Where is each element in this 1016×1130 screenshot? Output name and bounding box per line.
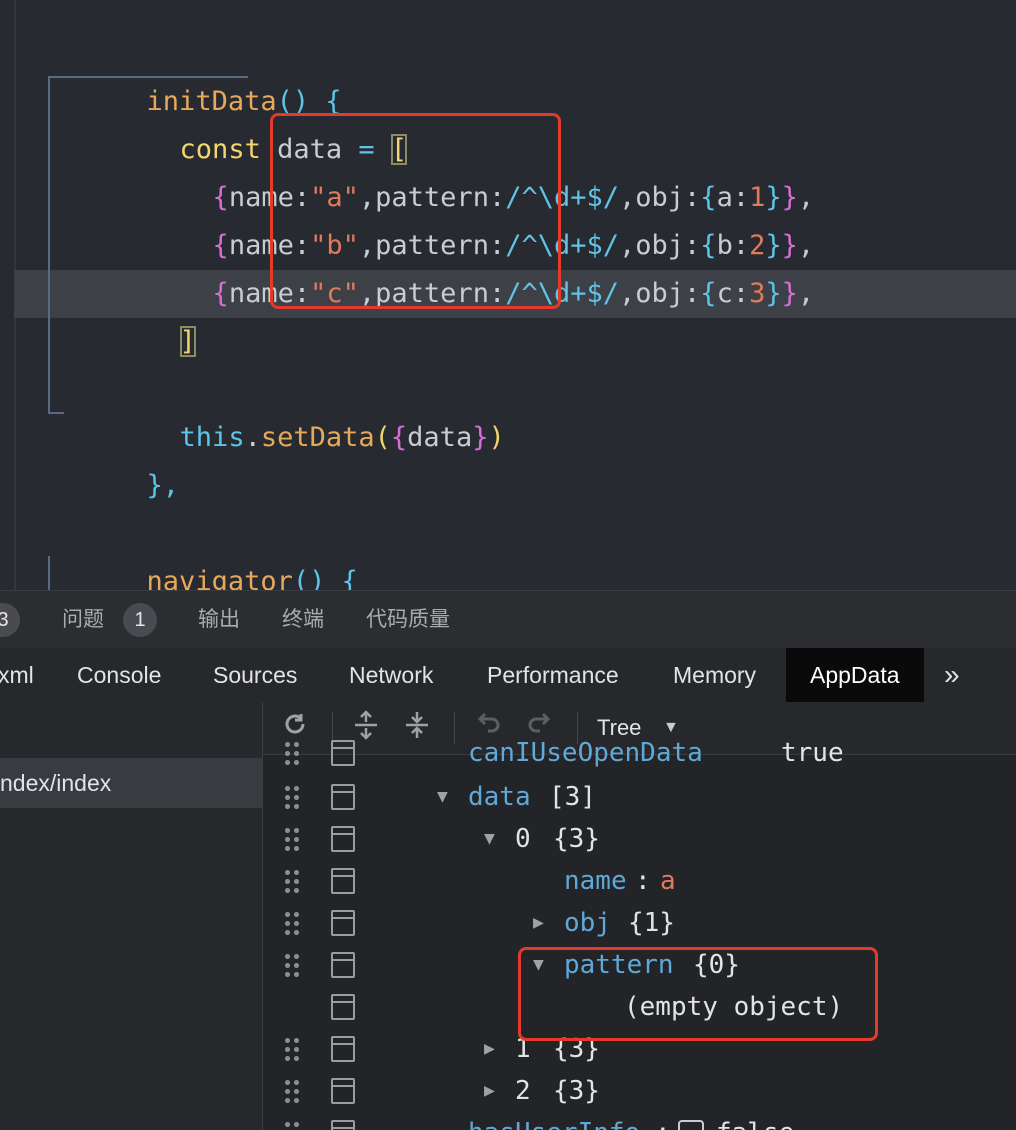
drag-handle-icon[interactable] — [283, 740, 301, 768]
tab-problems[interactable]: 问题 — [62, 591, 104, 649]
tree-row[interactable]: ▼ data [3] — [263, 776, 1016, 818]
code-token: , — [797, 278, 815, 309]
code-token: } — [472, 422, 489, 453]
tree-key: obj — [564, 908, 611, 938]
tree-key: data — [468, 782, 531, 812]
code-token: { — [212, 278, 229, 309]
code-token: data — [407, 422, 473, 453]
code-line-12: wx.navigateTo({ — [82, 558, 423, 590]
code-line-6: ] — [82, 270, 196, 357]
tree-key: hasUserInfo — [468, 1112, 640, 1130]
expand-arrow-icon[interactable]: ▼ — [437, 776, 448, 818]
tab-console[interactable]: Console — [77, 648, 161, 702]
tree-row[interactable]: ▼ 0 {3} — [263, 818, 1016, 860]
edit-row-icon[interactable] — [331, 740, 355, 766]
drag-handle-icon[interactable] — [283, 1078, 301, 1106]
code-highlight-box — [270, 113, 561, 309]
devtools-tabs: xml Console Sources Network Performance … — [0, 648, 1016, 703]
appdata-tree: canIUseOpenData true ▼ data [3] ▼ 0 {3} — [263, 738, 1016, 1130]
edit-row-icon[interactable] — [331, 1078, 355, 1104]
tree-count: {3} — [553, 824, 600, 854]
code-token: ) — [488, 422, 505, 453]
code-token: { — [390, 422, 408, 453]
expand-arrow-icon[interactable]: ▶ — [484, 1028, 495, 1070]
drag-handle-icon[interactable] — [283, 1036, 301, 1064]
code-token: setData — [260, 422, 375, 453]
tree-key: canIUseOpenData — [468, 738, 703, 768]
value-checkbox[interactable] — [678, 1120, 704, 1130]
code-token: , — [619, 278, 636, 309]
expand-arrow-icon[interactable]: ▶ — [484, 1070, 495, 1112]
tree-row[interactable]: ▶ obj {1} — [263, 902, 1016, 944]
tab-appdata[interactable]: AppData — [786, 648, 924, 702]
tab-output[interactable]: 输出 — [198, 591, 240, 649]
code-token: ] — [179, 326, 196, 357]
tree-key: 2 — [515, 1076, 531, 1106]
tree-colon: : — [655, 1112, 671, 1130]
drag-handle-icon[interactable] — [283, 910, 301, 938]
tree-key: name — [564, 866, 627, 896]
drag-handle-icon[interactable] — [283, 1120, 301, 1130]
tab-terminal[interactable]: 终端 — [282, 591, 324, 649]
app-window: initData() { const data = [ {name:"a",pa… — [0, 0, 1016, 1130]
more-tabs-button[interactable]: » — [944, 648, 960, 702]
code-line-8: this.setData({data}) — [82, 366, 505, 453]
code-line-1: initData() { — [49, 30, 342, 117]
edit-row-icon[interactable] — [331, 784, 355, 810]
drag-handle-icon[interactable] — [283, 784, 301, 812]
problems-count-badge: 1 — [123, 603, 157, 637]
tree-value: true — [781, 738, 844, 768]
tab-wxml[interactable]: xml — [0, 648, 34, 702]
count-badge: 3 — [0, 603, 20, 637]
edit-row-icon[interactable] — [331, 910, 355, 936]
tree-key: 0 — [515, 824, 531, 854]
code-editor[interactable]: initData() { const data = [ {name:"a",pa… — [0, 0, 1016, 590]
edit-row-icon[interactable] — [331, 868, 355, 894]
code-token: } — [765, 278, 782, 309]
drag-handle-icon[interactable] — [283, 826, 301, 854]
expand-arrow-icon[interactable]: ▼ — [484, 818, 495, 860]
drag-handle-icon[interactable] — [283, 952, 301, 980]
code-line-9: }, — [49, 414, 180, 501]
code-token: } — [781, 278, 798, 309]
code-token: ( — [374, 422, 391, 453]
code-token: 3 — [749, 278, 766, 309]
code-token: c: — [716, 278, 750, 309]
edit-row-icon[interactable] — [331, 1036, 355, 1062]
page-list: ndex/index — [0, 702, 263, 1130]
tree-row[interactable]: canIUseOpenData true — [263, 732, 1016, 774]
code-token: }, — [146, 470, 180, 501]
code-token: . — [244, 422, 261, 453]
tree-row[interactable]: name : a — [263, 860, 1016, 902]
edit-row-icon[interactable] — [331, 1120, 355, 1130]
edit-row-icon[interactable] — [331, 826, 355, 852]
code-token: { — [700, 278, 717, 309]
tree-value: a — [660, 866, 676, 896]
tree-value: false — [716, 1112, 794, 1130]
drag-handle-icon[interactable] — [283, 868, 301, 896]
tab-network[interactable]: Network — [349, 648, 433, 702]
code-line-11: navigator() { — [49, 510, 358, 590]
tree-count: {1} — [628, 908, 675, 938]
tab-performance[interactable]: Performance — [487, 648, 619, 702]
tree-count: {3} — [553, 1076, 600, 1106]
edit-row-icon[interactable] — [331, 952, 355, 978]
tree-count: [3] — [549, 782, 596, 812]
tree-row[interactable]: hasUserInfo : false — [263, 1112, 1016, 1130]
appdata-panel: Tree ▼ canIUseOpenData true ▼ data [3] ▼… — [263, 702, 1016, 1130]
tab-code-quality[interactable]: 代码质量 — [366, 591, 450, 649]
code-token: obj: — [635, 278, 701, 309]
tab-memory[interactable]: Memory — [673, 648, 756, 702]
tree-row[interactable]: ▶ 2 {3} — [263, 1070, 1016, 1112]
page-item-index[interactable]: ndex/index — [0, 758, 262, 808]
bottom-panel-tabs: 3 问题 1 输出 终端 代码质量 — [0, 590, 1016, 649]
edit-row-icon[interactable] — [331, 994, 355, 1020]
expand-arrow-icon[interactable]: ▶ — [533, 902, 544, 944]
tree-highlight-box — [518, 947, 878, 1041]
code-token: this — [179, 422, 245, 453]
tree-colon: : — [635, 866, 651, 896]
tab-sources[interactable]: Sources — [213, 648, 297, 702]
